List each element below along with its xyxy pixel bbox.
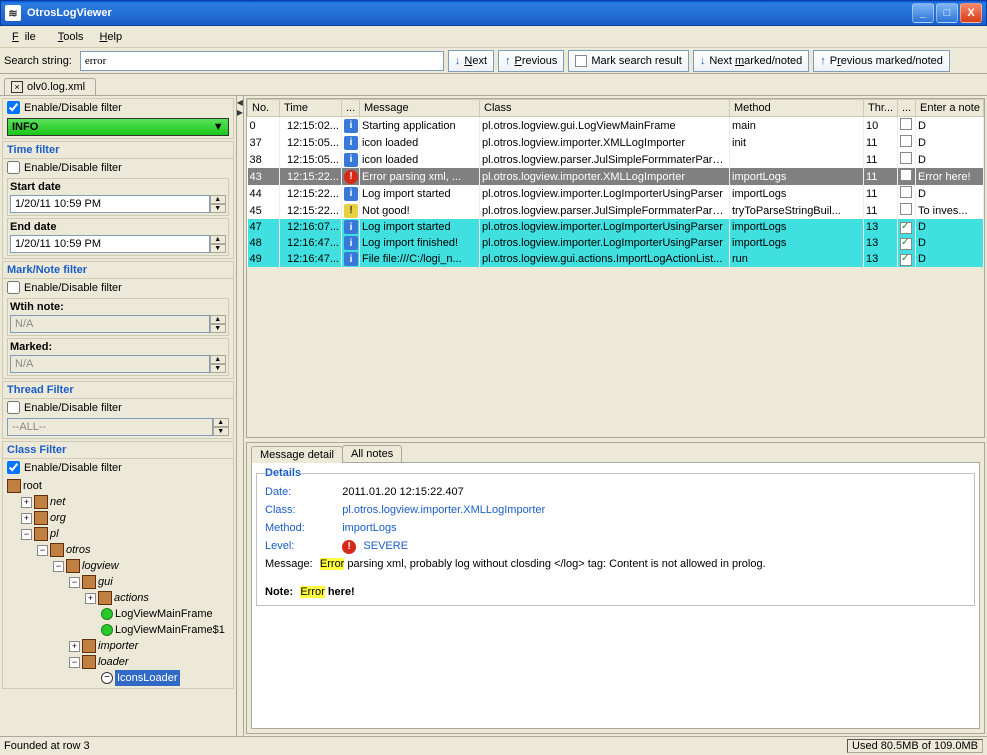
start-date-input[interactable] — [10, 195, 210, 213]
mark-checkbox[interactable] — [900, 238, 912, 250]
statusbar: Founded at row 3 Used 80.5MB of 109.0MB — [0, 736, 987, 754]
mark-checkbox[interactable] — [900, 169, 912, 181]
status-left: Founded at row 3 — [4, 740, 847, 752]
log-table[interactable]: No. Time ... Message Class Method Thr...… — [247, 99, 984, 267]
withnote-label: Wtih note: — [10, 301, 226, 313]
menubar: File Tools Help — [0, 26, 987, 48]
time-filter-title: Time filter — [3, 142, 233, 159]
marked-input — [10, 355, 210, 373]
sev-icon: ! — [344, 170, 358, 184]
class-tree[interactable]: root + net + org − pl − otros − logview … — [3, 476, 233, 688]
start-date-label: Start date — [10, 181, 226, 193]
thread-input — [7, 418, 213, 436]
marknote-title: Mark/Note filter — [3, 262, 233, 279]
maximize-button[interactable]: □ — [936, 3, 958, 23]
menu-tools[interactable]: Tools — [52, 29, 90, 45]
tree-selected: IconsLoader — [115, 670, 180, 686]
time-filter-enable[interactable] — [7, 161, 20, 174]
table-row[interactable]: 4912:16:47...iFile file:///C:/logi_n...p… — [248, 251, 984, 267]
prev-marked-button[interactable]: ↑Previous marked/noted — [813, 50, 950, 72]
detail-panel: Message detail All notes Details Date: 2… — [246, 442, 985, 734]
info-icon: i — [344, 153, 358, 167]
col-time[interactable]: Time — [280, 100, 342, 117]
window-title: OtrosLogViewer — [27, 7, 912, 19]
titlebar: ≋ OtrosLogViewer _ □ X — [0, 0, 987, 26]
mark-checkbox[interactable] — [900, 135, 912, 147]
filter-sidebar: Enable/Disable filter INFO▼ Time filter … — [0, 96, 237, 736]
tab-message-detail[interactable]: Message detail — [251, 446, 343, 463]
level-combo[interactable]: INFO▼ — [7, 118, 229, 136]
info-icon: i — [344, 236, 358, 250]
menu-help[interactable]: Help — [93, 29, 128, 45]
col-thread[interactable]: Thr... — [864, 100, 898, 117]
table-row[interactable]: 012:15:02...iStarting applicationpl.otro… — [248, 117, 984, 135]
table-row[interactable]: 4712:16:07...iLog import startedpl.otros… — [248, 219, 984, 235]
spin-down[interactable]: ▼ — [210, 244, 226, 253]
table-row[interactable]: 4812:16:47...iLog import finished!pl.otr… — [248, 235, 984, 251]
withnote-input — [10, 315, 210, 333]
tab-all-notes[interactable]: All notes — [342, 445, 402, 462]
tab-close-icon[interactable]: × — [11, 81, 23, 93]
col-message[interactable]: Message — [360, 100, 480, 117]
close-button[interactable]: X — [960, 3, 982, 23]
severe-icon: ! — [342, 540, 356, 554]
col-no[interactable]: No. — [248, 100, 280, 117]
spin-up[interactable]: ▲ — [210, 195, 226, 204]
tab-olv0[interactable]: × olv0.log.xml — [4, 78, 96, 95]
document-tabs: × olv0.log.xml — [0, 74, 987, 96]
info-icon: i — [344, 119, 358, 133]
class-filter-title: Class Filter — [3, 442, 233, 459]
col-class[interactable]: Class — [480, 100, 730, 117]
minimize-button[interactable]: _ — [912, 3, 934, 23]
class-excluded-icon: − — [101, 672, 113, 684]
mark-checkbox[interactable] — [900, 222, 912, 234]
search-label: Search string: — [4, 55, 72, 67]
search-toolbar: Search string: ↓Next ↑Previous Mark sear… — [0, 48, 987, 74]
col-mark[interactable]: ... — [898, 100, 916, 117]
tab-label: olv0.log.xml — [27, 81, 85, 93]
warn-icon: ! — [344, 204, 358, 218]
thread-filter-enable[interactable] — [7, 401, 20, 414]
mark-result-checkbox[interactable]: Mark search result — [568, 50, 688, 72]
class-icon — [101, 608, 113, 620]
expand-icon[interactable]: + — [21, 497, 32, 508]
mark-checkbox[interactable] — [900, 254, 912, 266]
mark-checkbox[interactable] — [900, 203, 912, 215]
spin-down[interactable]: ▼ — [210, 204, 226, 213]
package-icon — [7, 479, 21, 493]
mark-checkbox[interactable] — [900, 186, 912, 198]
app-icon: ≋ — [5, 5, 21, 21]
info-icon: i — [344, 220, 358, 234]
marked-label: Marked: — [10, 341, 226, 353]
class-filter-enable[interactable] — [7, 461, 20, 474]
level-filter-enable[interactable] — [7, 101, 20, 114]
table-row[interactable]: 4512:15:22...!Not good!pl.otros.logview.… — [248, 202, 984, 219]
table-row[interactable]: 4412:15:22...iLog import startedpl.otros… — [248, 185, 984, 202]
search-input[interactable] — [80, 51, 444, 71]
info-icon: i — [344, 187, 358, 201]
thread-filter-title: Thread Filter — [3, 382, 233, 399]
mark-checkbox[interactable] — [900, 152, 912, 164]
splitter[interactable]: ◀▶ — [237, 96, 244, 736]
next-marked-button[interactable]: ↓Next marked/noted — [693, 50, 809, 72]
marknote-enable[interactable] — [7, 281, 20, 294]
info-icon: i — [344, 136, 358, 150]
info-icon: i — [344, 252, 358, 266]
mark-checkbox[interactable] — [900, 118, 912, 130]
end-date-input[interactable] — [10, 235, 210, 253]
log-table-container: No. Time ... Message Class Method Thr...… — [246, 98, 985, 438]
col-note[interactable]: Enter a note — [916, 100, 984, 117]
details-legend: Details — [265, 467, 301, 479]
table-row[interactable]: 4312:15:22...!Error parsing xml, ...pl.o… — [248, 168, 984, 185]
menu-file[interactable]: File — [6, 29, 48, 45]
next-button[interactable]: ↓Next — [448, 50, 494, 72]
previous-button[interactable]: ↑Previous — [498, 50, 564, 72]
col-level[interactable]: ... — [342, 100, 360, 117]
table-row[interactable]: 3712:15:05...iicon loadedpl.otros.logvie… — [248, 134, 984, 151]
table-row[interactable]: 3812:15:05...iicon loadedpl.otros.logvie… — [248, 151, 984, 168]
col-method[interactable]: Method — [730, 100, 864, 117]
status-memory: Used 80.5MB of 109.0MB — [847, 739, 983, 753]
end-date-label: End date — [10, 221, 226, 233]
spin-up[interactable]: ▲ — [210, 235, 226, 244]
